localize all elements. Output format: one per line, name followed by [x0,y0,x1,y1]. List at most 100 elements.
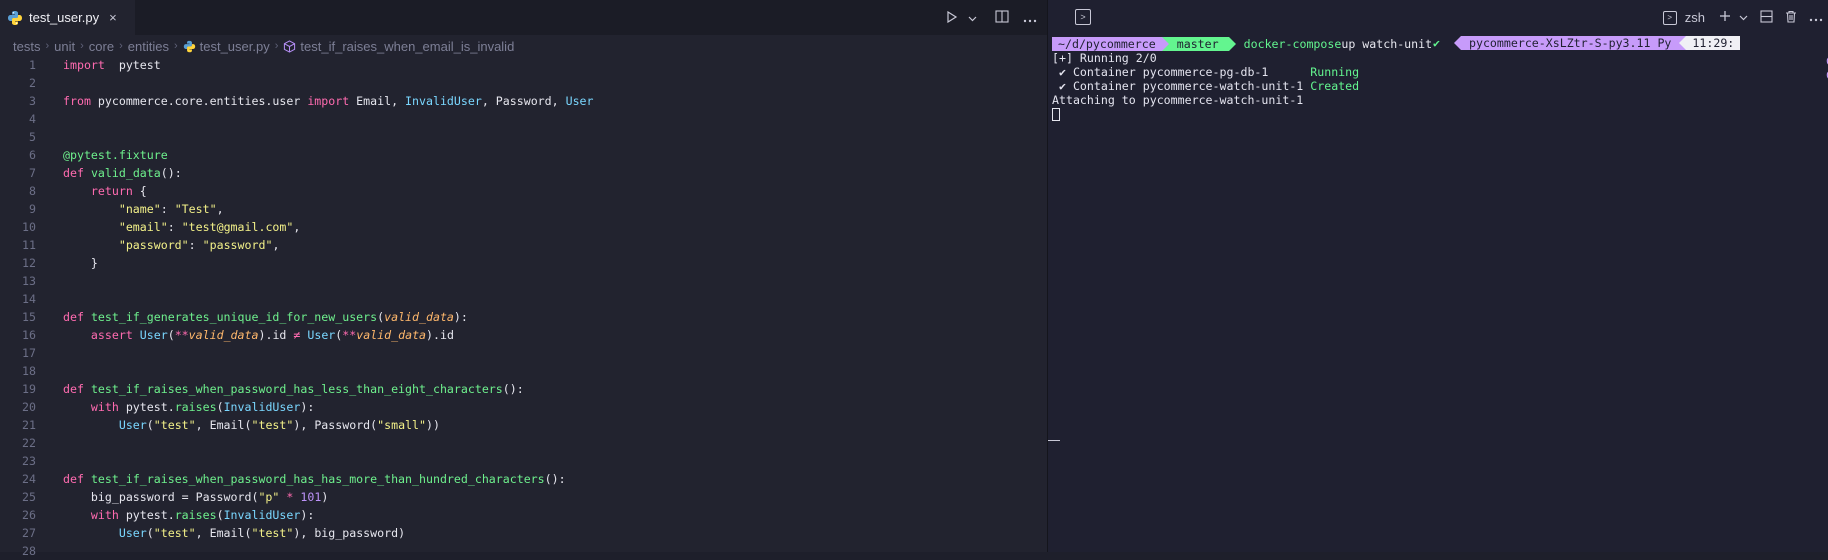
code-text: with pytest.raises(InvalidUser): [63,398,314,416]
code-token: InvalidUser [223,508,301,522]
code-line[interactable]: 3 from pycommerce.core.entities.user impo… [0,92,1047,110]
code-line[interactable]: 14 [0,290,1047,308]
chevron-right-icon: › [45,40,50,52]
code-line[interactable]: 21 User("test", Email("test"), Password(… [0,416,1047,434]
terminal-pane[interactable]: > > zsh ~/d/pycommerce master docker-com… [1047,0,1828,552]
chevron-down-icon[interactable] [968,10,977,26]
code-line[interactable]: 13 [0,272,1047,290]
code-token: valid_data [188,328,259,342]
pane-resize-sash[interactable] [1048,440,1060,441]
code-token: raises [174,400,217,414]
code-line[interactable]: 10 "email": "test@gmail.com", [0,218,1047,236]
code-line[interactable]: 2 [0,74,1047,92]
line-number: 18 [22,364,36,378]
terminal-bar: > > zsh [1048,0,1828,35]
trash-icon[interactable] [1785,10,1797,26]
terminal-line-text: Attaching to pycommerce-watch-unit-1 [1052,93,1304,107]
breadcrumb-item-symbol[interactable]: test_if_raises_when_email_is_invalid [300,39,514,54]
more-actions-icon[interactable] [1023,10,1037,26]
split-terminal-icon[interactable] [1760,9,1773,26]
code-line[interactable]: 4 [0,110,1047,128]
code-token: def [63,166,84,180]
breadcrumb-item-tests[interactable]: tests [13,39,40,54]
shell-name[interactable]: zsh [1685,10,1705,25]
line-number: 1 [29,58,36,72]
code-line[interactable]: 19 def test_if_raises_when_password_has_l… [0,380,1047,398]
powerline-separator [1161,36,1169,51]
code-token: assert [90,328,133,342]
code-text: assert User(**valid_data).id ≠ User(**va… [63,326,454,344]
breadcrumb-item-core[interactable]: core [89,39,114,54]
code-line[interactable]: 12 } [0,254,1047,272]
code-token: def [63,472,84,486]
add-terminal-icon[interactable] [1719,10,1731,25]
code-line[interactable]: 6 @pytest.fixture [0,146,1047,164]
code-token: "Test" [174,202,217,216]
more-actions-icon[interactable] [1809,10,1823,25]
line-number: 23 [22,454,36,468]
code-token: test_if_raises_when_password_has_has_mor… [90,472,545,486]
terminal-icon[interactable]: > [1075,9,1091,25]
breadcrumb-item-file[interactable]: test_user.py [200,39,270,54]
code-token: pycommerce.core.entities.user [90,94,308,108]
code-token: pytest [104,58,161,72]
code-line[interactable]: 23 [0,452,1047,470]
code-token: User [118,418,147,432]
terminal-cursor [1052,108,1060,121]
code-token: InvalidUser [223,400,301,414]
code-line[interactable]: 7 def valid_data(): [0,164,1047,182]
chevron-right-icon: › [274,40,279,52]
line-number: 21 [22,418,36,432]
terminal-actions: > zsh [1662,0,1823,35]
code-line[interactable]: 18 [0,362,1047,380]
code-token: InvalidUser [405,94,482,108]
code-token: ).id [258,328,294,342]
line-number: 2 [29,76,36,90]
code-token: test_if_generates_unique_id_for_new_user… [90,310,378,324]
run-icon[interactable] [946,10,958,26]
code-token: (): [502,382,524,396]
powerline-separator [1679,35,1687,50]
code-text: big_password = Password("p" * 101) [63,488,328,506]
prompt-command: docker-compose [1243,36,1342,51]
code-line[interactable]: 17 [0,344,1047,362]
code-token: "small" [377,418,427,432]
code-line[interactable]: 26 with pytest.raises(InvalidUser): [0,506,1047,524]
breadcrumb-item-entities[interactable]: entities [128,39,169,54]
code-line[interactable]: 28 [0,542,1047,560]
code-line[interactable]: 5 [0,128,1047,146]
success-check-icon: ✔ [1433,35,1440,50]
prompt-git-branch: master [1168,36,1229,51]
code-text: from pycommerce.core.entities.user impor… [63,92,594,110]
shell-prompt: ~/d/pycommerce master docker-compose up … [1052,36,1432,51]
line-number: 16 [22,328,36,342]
chevron-right-icon: › [173,40,178,52]
code-line[interactable]: 20 with pytest.raises(InvalidUser): [0,398,1047,416]
code-line[interactable]: 8 return { [0,182,1047,200]
code-line[interactable]: 1 import pytest [0,56,1047,74]
code-line[interactable]: 15 def test_if_generates_unique_id_for_ne… [0,308,1047,326]
code-line[interactable]: 25 big_password = Password("p" * 101) [0,488,1047,506]
code-line[interactable]: 22 [0,434,1047,452]
code-line[interactable]: 24 def test_if_raises_when_password_has_h… [0,470,1047,488]
breadcrumb-item-unit[interactable]: unit [54,39,75,54]
code-text: @pytest.fixture [63,146,168,164]
code-area[interactable]: 1 import pytest 2 3 from pycommerce.core.ent… [0,56,1047,560]
code-line[interactable]: 11 "password": "password", [0,236,1047,254]
line-number: 13 [22,274,36,288]
line-number: 6 [29,148,36,162]
code-token: ).id [426,328,454,342]
tab-test-user-py[interactable]: test_user.py × [0,0,135,35]
split-editor-icon[interactable] [995,9,1009,26]
code-line[interactable]: 27 User("test", Email("test"), big_passw… [0,524,1047,542]
close-tab-icon[interactable]: × [109,10,117,25]
code-token: ( [167,328,175,342]
code-line[interactable]: 9 "name": "Test", [0,200,1047,218]
line-number: 9 [29,202,36,216]
code-token: ** [174,328,189,342]
chevron-down-icon[interactable] [1739,10,1748,25]
code-line[interactable]: 16 assert User(**valid_data).id ≠ User(*… [0,326,1047,344]
